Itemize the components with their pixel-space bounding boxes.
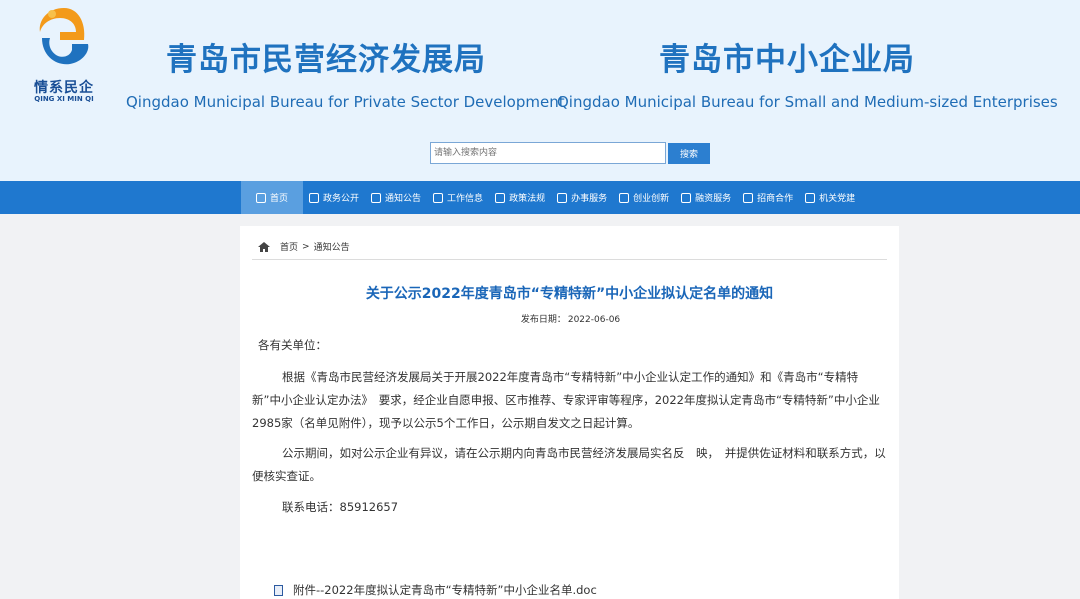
breadcrumb-home[interactable]: 首页	[280, 240, 298, 253]
attachment-link[interactable]: 附件--2022年度拟认定青岛市“专精特新”中小企业名单.doc	[274, 582, 597, 598]
logo-emblem-icon	[39, 8, 89, 65]
nav-label: 融资服务	[695, 194, 732, 204]
nav-label: 政务公开	[323, 194, 360, 204]
bureau-sme-en: Qingdao Municipal Bureau for Small and M…	[557, 93, 1058, 111]
bureau-sme: 青岛市中小企业局 Qingdao Municipal Bureau for Sm…	[557, 34, 1058, 111]
home-icon	[256, 192, 266, 203]
document-icon	[309, 192, 320, 203]
nav-label: 首页	[270, 194, 289, 204]
nav-item-party-building[interactable]: 机关党建	[799, 181, 861, 214]
bureau-private-sector-en: Qingdao Municipal Bureau for Private Sec…	[126, 93, 565, 111]
nav-item-entrepreneurship[interactable]: 创业创新	[613, 181, 675, 214]
book-icon	[495, 192, 506, 203]
info-icon	[433, 192, 444, 203]
doc-file-icon	[274, 584, 283, 596]
logo-text-en: QING XI MIN QI	[34, 95, 94, 103]
nav-item-notices[interactable]: 通知公告	[365, 181, 427, 214]
nav-item-home[interactable]: 首页	[241, 181, 304, 214]
nav-item-policies[interactable]: 政策法规	[489, 181, 551, 214]
search-input[interactable]	[430, 142, 666, 164]
nav-item-work-info[interactable]: 工作信息	[427, 181, 489, 214]
nav-label: 创业创新	[633, 194, 670, 204]
chat-icon	[371, 192, 382, 203]
attachment-label[interactable]: 附件--2022年度拟认定青岛市“专精特新”中小企业名单.doc	[293, 582, 597, 598]
nav-label: 机关党建	[819, 194, 856, 204]
nav-item-services[interactable]: 办事服务	[551, 181, 613, 214]
nav-item-government-affairs[interactable]: 政务公开	[303, 181, 365, 214]
search-button[interactable]: 搜索	[668, 143, 710, 164]
breadcrumb: 首页 > 通知公告	[258, 240, 350, 253]
bureau-sme-cn: 青岛市中小企业局	[659, 42, 915, 78]
breadcrumb-separator: >	[302, 241, 310, 252]
article-paragraph: 公示期间，如对公示企业有异议，请在公示期内向青岛市民营经济发展局实名反 映， 并…	[252, 446, 886, 483]
article-paragraph: 根据《青岛市民营经济发展局关于开展2022年度青岛市“专精特新”中小企业认定工作…	[252, 370, 880, 430]
bureau-private-sector-cn: 青岛市民营经济发展局	[166, 42, 486, 78]
breadcrumb-current[interactable]: 通知公告	[314, 240, 350, 253]
breadcrumb-divider	[252, 259, 887, 260]
nav-item-financing[interactable]: 融资服务	[675, 181, 737, 214]
article-greeting: 各有关单位：	[258, 338, 327, 352]
nav-item-investment[interactable]: 招商合作	[737, 181, 799, 214]
nav-label: 通知公告	[385, 194, 422, 204]
logo-text-cn: 情系民企	[34, 80, 94, 96]
article-panel: 首页 > 通知公告 关于公示2022年度青岛市“专精特新”中小企业拟认定名单的通…	[240, 226, 899, 599]
layers-icon	[557, 192, 568, 203]
home-icon	[258, 241, 270, 252]
nav-label: 政策法规	[509, 194, 546, 204]
article-title: 关于公示2022年度青岛市“专精特新”中小企业拟认定名单的通知	[365, 286, 774, 302]
nav-label: 招商合作	[757, 194, 794, 204]
publish-date: 发布日期： 2022-06-06	[240, 312, 899, 325]
nav-label: 工作信息	[447, 194, 484, 204]
bureau-private-sector: 青岛市民营经济发展局 Qingdao Municipal Bureau for …	[126, 34, 565, 111]
contact-phone: 联系电话：85912657	[282, 500, 399, 514]
refresh-icon	[743, 192, 754, 203]
main-nav: 首页 政务公开 通知公告 工作信息 政策法规 办事服务 创业创新 融资服务 招商…	[0, 181, 1080, 214]
copy-icon	[619, 192, 630, 203]
money-icon	[681, 192, 692, 203]
nav-label: 办事服务	[571, 194, 608, 204]
publish-date-value: 2022-06-06	[567, 315, 621, 325]
publish-date-label: 发布日期：	[520, 315, 566, 325]
site-logo[interactable]: 情系民企 QING XI MIN QI	[28, 2, 100, 103]
nav-items: 首页 政务公开 通知公告 工作信息 政策法规 办事服务 创业创新 融资服务 招商…	[241, 181, 861, 214]
party-emblem-icon	[805, 192, 816, 203]
site-header: 情系民企 QING XI MIN QI 青岛市民营经济发展局 Qingdao M…	[0, 0, 1080, 181]
